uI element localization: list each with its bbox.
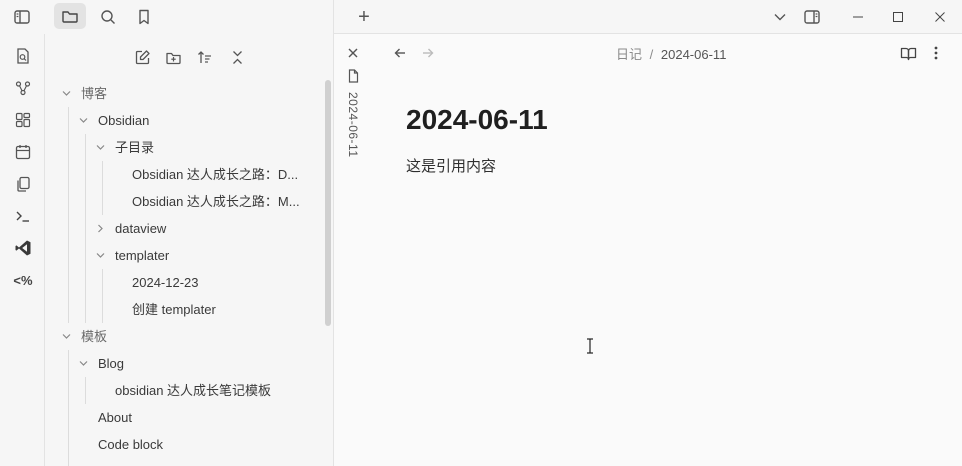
indent-guide <box>68 107 69 323</box>
tree-folder-dataview[interactable]: dataview <box>95 215 331 242</box>
breadcrumb: 日记 / 2024-06-11 <box>616 44 726 63</box>
chevron-down-icon <box>79 118 88 123</box>
tree-item-label: 2024-12-23 <box>132 275 199 290</box>
tree-item-label: Code block <box>98 437 164 452</box>
tree-folder-obsidian[interactable]: Obsidian <box>78 107 331 134</box>
maximize-icon[interactable] <box>886 5 910 29</box>
tree-file[interactable]: Code block <box>98 431 331 458</box>
terminal-icon[interactable] <box>11 204 35 228</box>
folder-icon <box>62 11 78 23</box>
breadcrumb-separator: / <box>649 47 654 62</box>
tree-item-label: 创建 templater <box>132 302 216 317</box>
note-body-paragraph[interactable]: 这是引用内容 <box>406 155 496 176</box>
new-folder-icon[interactable] <box>162 46 184 68</box>
tree-item-label: Blog <box>98 356 125 371</box>
quick-switcher-icon[interactable] <box>11 44 35 68</box>
breadcrumb-folder[interactable]: 日记 <box>616 47 642 62</box>
file-explorer-tab[interactable] <box>54 3 86 29</box>
chevron-down-icon <box>62 334 71 339</box>
tree-folder-blog[interactable]: 博客 <box>61 80 331 107</box>
stacked-tab-title[interactable]: 2024-06-11 <box>346 92 360 158</box>
indent-guide <box>85 134 86 323</box>
indent-guide <box>102 161 103 215</box>
tree-folder-subdir[interactable]: 子目录 <box>95 134 331 161</box>
calendar-icon[interactable] <box>11 140 35 164</box>
chevron-down-icon <box>79 361 88 366</box>
sort-icon[interactable] <box>193 46 215 68</box>
left-sidebar-header <box>0 0 334 34</box>
copy-icon[interactable] <box>11 172 35 196</box>
close-stacked-tab-icon[interactable] <box>343 43 363 63</box>
chevron-down-icon <box>96 145 105 150</box>
tree-folder-blog-templates[interactable]: Blog <box>78 350 331 377</box>
vscode-icon[interactable] <box>11 236 35 260</box>
tree-file[interactable]: About <box>98 404 331 431</box>
right-sidebar-toggle-icon[interactable] <box>800 5 824 29</box>
forward-arrow-icon[interactable] <box>417 42 439 64</box>
minimize-icon[interactable] <box>846 5 870 29</box>
file-explorer: 博客 Obsidian 子目录 Obsidian 达人成长之路：D... Obs… <box>45 34 334 466</box>
chevron-down-icon <box>62 91 71 96</box>
close-window-icon[interactable] <box>928 5 952 29</box>
reading-view-icon[interactable] <box>897 42 919 64</box>
tree-item-label: 子目录 <box>115 140 155 155</box>
tree-file[interactable]: 创建 templater <box>132 296 332 323</box>
tree-item-label: Obsidian 达人成长之路：D... <box>132 167 299 182</box>
obsidian-window: + <% 博客 Obsidian 子目录 Obsidian 达人成长之路：D..… <box>0 0 962 466</box>
new-note-icon[interactable] <box>131 46 153 68</box>
templater-icon[interactable]: <% <box>9 268 37 292</box>
chevron-right-icon <box>98 224 103 233</box>
indent-guide <box>68 350 69 466</box>
tree-file[interactable]: Obsidian 达人成长之路：M... <box>132 188 332 215</box>
tree-file[interactable]: Obsidian 达人成长之路：D... <box>132 161 332 188</box>
tab-list-chevron-icon[interactable] <box>768 5 792 29</box>
tree-file[interactable]: 2024-12-23 <box>132 269 332 296</box>
breadcrumb-file[interactable]: 2024-06-11 <box>661 47 727 62</box>
more-options-icon[interactable] <box>925 42 947 64</box>
bookmark-icon[interactable] <box>132 5 156 29</box>
tree-item-label: obsidian 达人成长笔记模板 <box>115 383 272 398</box>
sidebar-scrollbar[interactable] <box>325 80 331 326</box>
tree-item-label: templater <box>115 248 170 263</box>
chevron-down-icon <box>96 253 105 258</box>
collapse-all-icon[interactable] <box>226 46 248 68</box>
tree-folder-templates[interactable]: 模板 <box>61 323 331 350</box>
file-icon <box>344 67 362 85</box>
tree-item-label: 博客 <box>81 86 108 101</box>
tree-item-label: Obsidian 达人成长之路：M... <box>132 194 300 209</box>
tree-item-label: About <box>98 410 132 425</box>
back-arrow-icon[interactable] <box>389 42 411 64</box>
graph-view-icon[interactable] <box>11 76 35 100</box>
tree-item-label: Obsidian <box>98 113 150 128</box>
search-icon[interactable] <box>96 5 120 29</box>
editor-pane <box>334 34 962 466</box>
indent-guide <box>102 269 103 323</box>
tree-item-label: dataview <box>115 221 167 236</box>
sidebar-toggle-icon[interactable] <box>10 5 34 29</box>
tree-folder-templater[interactable]: templater <box>95 242 331 269</box>
tree-item-label: 模板 <box>81 329 108 344</box>
text-cursor-icon <box>584 337 596 355</box>
canvas-icon[interactable] <box>11 108 35 132</box>
tree-file[interactable]: obsidian 达人成长笔记模板 <box>115 377 331 404</box>
note-title[interactable]: 2024-06-11 <box>406 104 548 136</box>
new-tab-button[interactable]: + <box>352 5 376 29</box>
tab-bar: + <box>334 0 962 34</box>
indent-guide <box>85 377 86 404</box>
ribbon: <% <box>0 34 45 466</box>
